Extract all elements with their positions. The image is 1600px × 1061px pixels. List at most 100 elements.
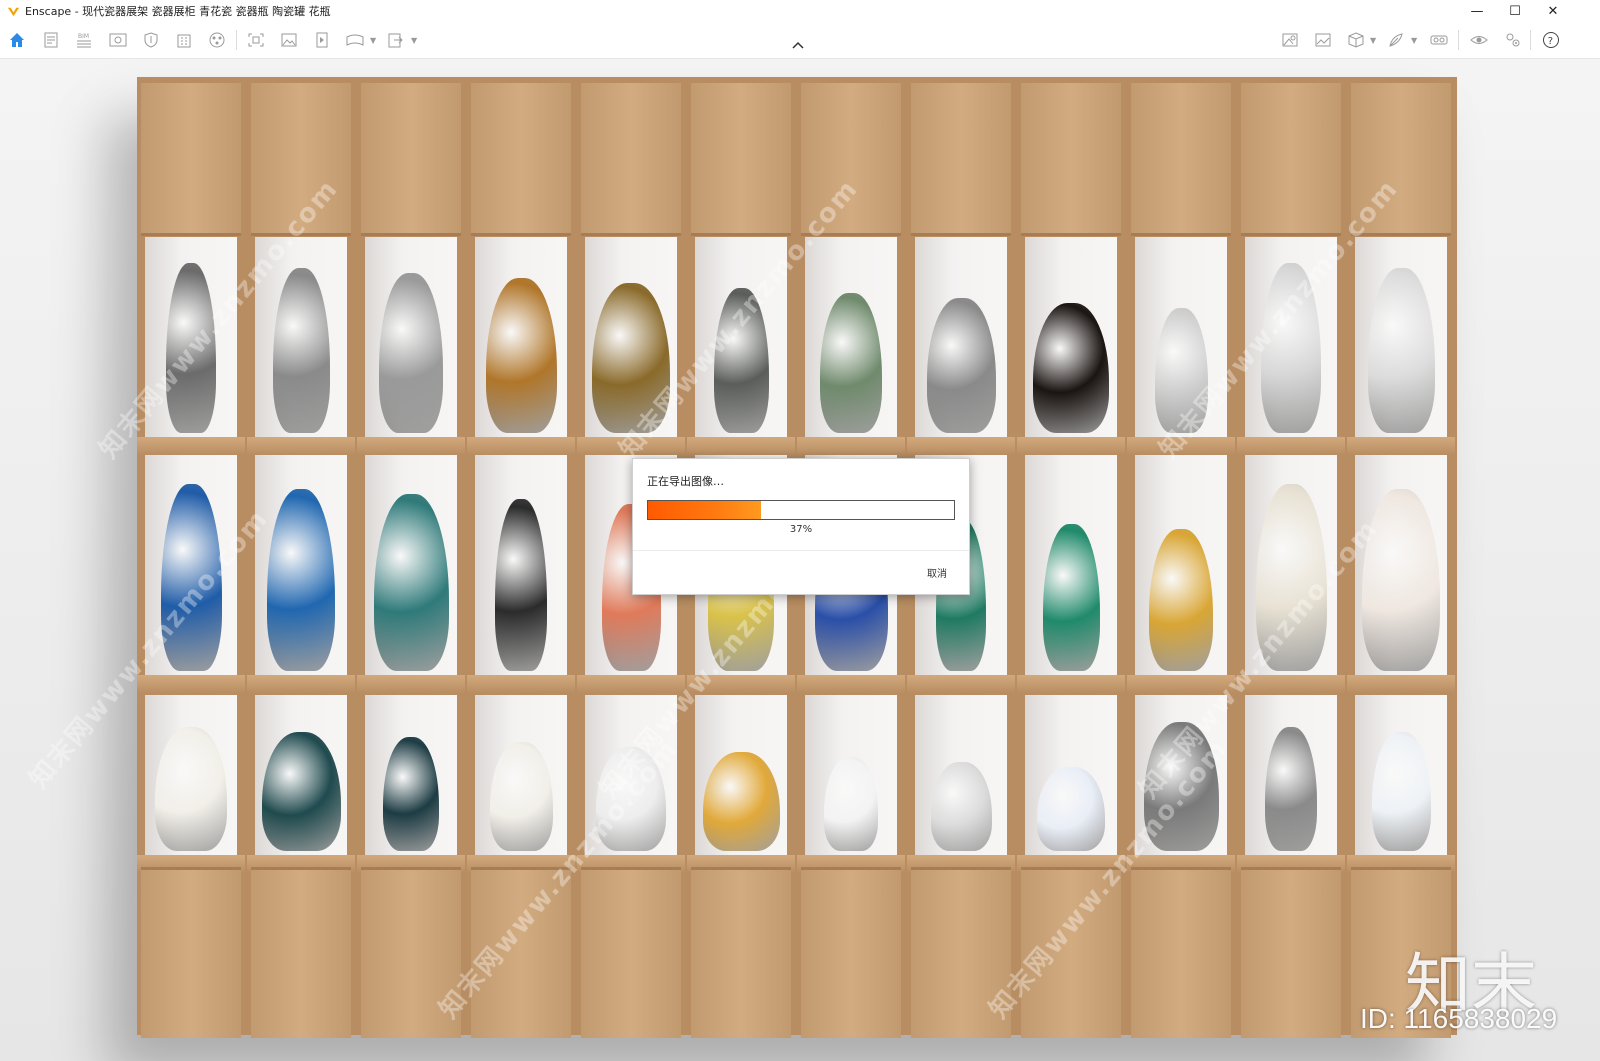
- shelf-board: [687, 437, 795, 455]
- cabinet-door: [1241, 83, 1341, 236]
- progress-fill: [648, 501, 762, 519]
- bim-icon[interactable]: BIM: [73, 30, 95, 50]
- cabinet-door: [801, 867, 901, 1038]
- vase: [261, 732, 341, 851]
- minimize-icon[interactable]: —: [1458, 0, 1496, 22]
- building-icon[interactable]: [173, 30, 195, 50]
- cabinet-door: [1241, 867, 1341, 1038]
- vase: [820, 293, 882, 433]
- cabinet-door: [1131, 83, 1231, 236]
- export-icon[interactable]: [384, 30, 406, 50]
- vase: [1367, 268, 1435, 433]
- vase: [1149, 529, 1213, 671]
- vase: [1037, 767, 1105, 851]
- toolbar-separator: [236, 30, 237, 50]
- visibility-icon[interactable]: [1468, 30, 1490, 50]
- export-progress-dialog: 正在导出图像… 37% 取消: [632, 458, 970, 595]
- vase: [930, 762, 992, 851]
- svg-text:BIM: BIM: [78, 33, 89, 40]
- maximize-icon[interactable]: ☐: [1496, 0, 1534, 22]
- progress-percent: 37%: [789, 524, 813, 535]
- shelf-board: [1017, 675, 1125, 693]
- enscape-logo-icon: [7, 7, 20, 16]
- shelf-board: [247, 675, 355, 693]
- shield-icon[interactable]: [140, 30, 162, 50]
- cabinet-door: [471, 83, 571, 236]
- shelf-board: [1347, 437, 1455, 455]
- document-icon[interactable]: [40, 30, 62, 50]
- chevron-down-icon[interactable]: ▼: [411, 36, 417, 45]
- progress-bar: [647, 500, 955, 520]
- vase: [495, 499, 547, 671]
- cabinet-door: [141, 867, 241, 1038]
- vase: [1265, 727, 1317, 851]
- chevron-down-icon[interactable]: ▼: [1411, 36, 1417, 45]
- video-path-icon[interactable]: [311, 30, 333, 50]
- cabinet-door: [911, 83, 1011, 236]
- vase: [485, 278, 557, 433]
- shelf-board: [137, 675, 245, 693]
- chevron-up-icon[interactable]: [791, 40, 805, 50]
- cabinet-door: [141, 83, 241, 236]
- vase: [383, 737, 439, 851]
- title-bar: Enscape - 现代瓷器展架 瓷器展柜 青花瓷 瓷器瓶 陶瓷罐 花瓶 — ☐…: [0, 0, 1600, 22]
- shelf-board: [907, 675, 1015, 693]
- shelf-board: [467, 675, 575, 693]
- svg-text:?: ?: [1548, 36, 1553, 47]
- settings-icon[interactable]: [1502, 30, 1524, 50]
- vase: [155, 727, 227, 851]
- vase: [1362, 489, 1440, 671]
- shelf-board: [137, 437, 245, 455]
- vase: [379, 273, 443, 433]
- vase: [373, 494, 449, 671]
- shelf-board: [797, 675, 905, 693]
- asset-library-icon[interactable]: [1279, 30, 1301, 50]
- shelf-board: [247, 437, 355, 455]
- panorama-icon[interactable]: [344, 30, 366, 50]
- material-icon[interactable]: [206, 30, 228, 50]
- shelf-board: [467, 437, 575, 455]
- shelf-board: [357, 437, 465, 455]
- vase: [1033, 303, 1109, 433]
- vase: [824, 757, 878, 851]
- toolbar-separator: [1530, 30, 1531, 50]
- vase: [1042, 524, 1100, 671]
- shelf-board: [357, 675, 465, 693]
- cabinet-door: [1131, 867, 1231, 1038]
- vase: [702, 752, 780, 851]
- dialog-divider: [633, 550, 969, 551]
- help-icon[interactable]: ?: [1540, 30, 1562, 50]
- cabinet-door: [581, 83, 681, 236]
- cabinet-door: [361, 83, 461, 236]
- window-title: Enscape - 现代瓷器展架 瓷器展柜 青花瓷 瓷器瓶 陶瓷罐 花瓶: [25, 5, 331, 18]
- close-icon[interactable]: ✕: [1534, 0, 1572, 22]
- dialog-title: 正在导出图像…: [647, 475, 724, 488]
- cancel-button[interactable]: 取消: [927, 565, 947, 580]
- cabinet-door: [581, 867, 681, 1038]
- vr-icon[interactable]: [1428, 30, 1450, 50]
- cabinet-column: [357, 77, 465, 1038]
- shelf-board: [1237, 437, 1345, 455]
- shelf-board: [797, 437, 905, 455]
- home-icon[interactable]: [6, 30, 28, 50]
- shelf-board: [907, 437, 1015, 455]
- vase: [489, 742, 553, 851]
- cabinet-door: [1021, 83, 1121, 236]
- view-icon[interactable]: [107, 30, 129, 50]
- cube-icon[interactable]: [1345, 30, 1367, 50]
- vase: [272, 268, 330, 433]
- feather-icon[interactable]: [1385, 30, 1407, 50]
- image-icon[interactable]: [278, 30, 300, 50]
- chevron-down-icon[interactable]: ▼: [370, 36, 376, 45]
- image-gallery-icon[interactable]: [1312, 30, 1334, 50]
- cabinet-door: [691, 867, 791, 1038]
- toolbar-separator: [1458, 30, 1459, 50]
- cabinet-door: [251, 867, 351, 1038]
- chevron-down-icon[interactable]: ▼: [1370, 36, 1376, 45]
- screenshot-icon[interactable]: [245, 30, 267, 50]
- cabinet-column: [1127, 77, 1235, 1038]
- shelf-board: [1017, 437, 1125, 455]
- cabinet-door: [691, 83, 791, 236]
- vase: [267, 489, 335, 671]
- vase: [1371, 732, 1431, 851]
